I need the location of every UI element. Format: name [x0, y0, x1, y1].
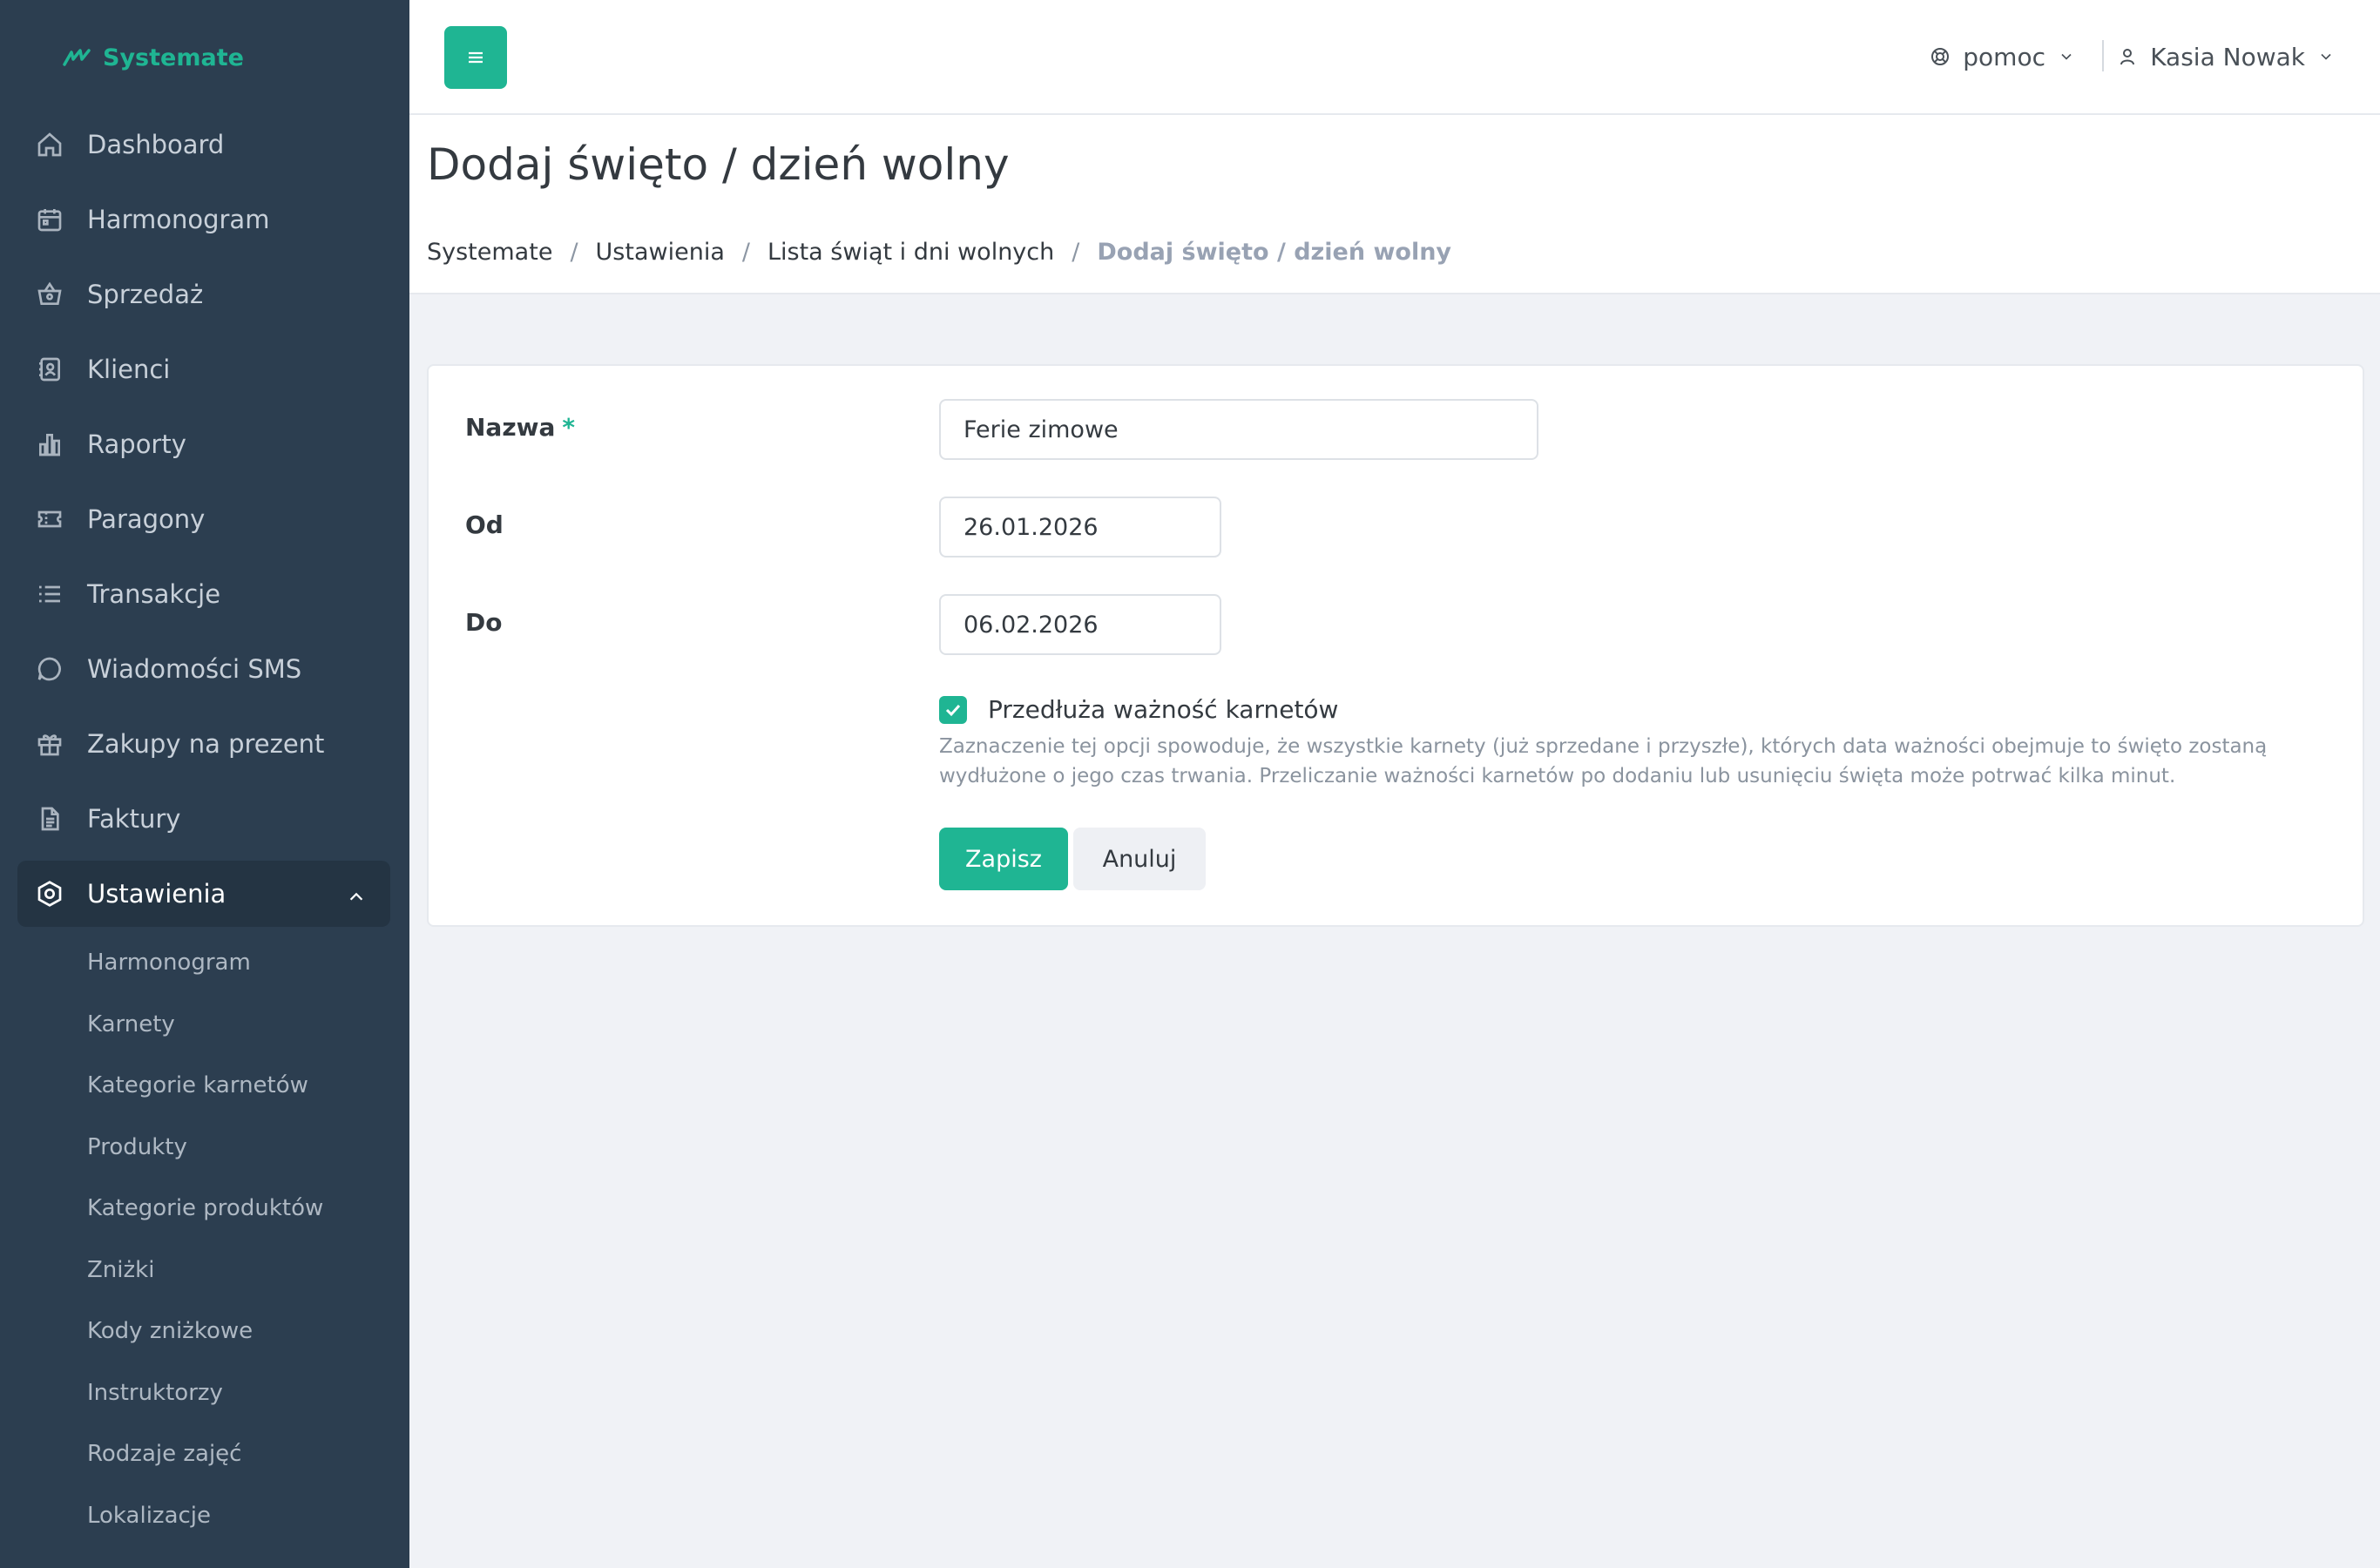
- chevron-up-icon: [347, 883, 366, 902]
- sidebar-item-label: Harmonogram: [87, 205, 270, 234]
- breadcrumb-item-lista-swiat[interactable]: Lista świąt i dni wolnych: [767, 239, 1054, 266]
- save-button[interactable]: Zapisz: [939, 828, 1068, 890]
- breadcrumb: Systemate / Ustawienia / Lista świąt i d…: [427, 239, 1451, 266]
- chevron-down-icon: [2061, 53, 2072, 60]
- page-title: Dodaj święto / dzień wolny: [427, 139, 1010, 190]
- sidebar-item-dashboard[interactable]: Dashboard: [17, 112, 390, 178]
- hamburger-icon: [469, 51, 483, 64]
- sidebar-item-label: Sprzedaż: [87, 280, 204, 309]
- user-icon: [2120, 49, 2135, 65]
- sidebar-item-label: Wiadomości SMS: [87, 654, 302, 684]
- chevron-down-icon: [2321, 53, 2331, 60]
- sidebar-item-label: Dashboard: [87, 130, 225, 159]
- contacts-icon: [35, 355, 64, 384]
- sidebar-item-ustawienia[interactable]: Ustawienia: [17, 861, 390, 927]
- sidebar-item-faktury[interactable]: Faktury: [17, 786, 390, 852]
- from-label: Od: [465, 510, 504, 539]
- page-header: Dodaj święto / dzień wolny Systemate / U…: [409, 115, 2380, 294]
- subnav-item-znizki[interactable]: Zniżki: [17, 1240, 390, 1301]
- sidebar-item-label: Raporty: [87, 429, 186, 459]
- name-label: Nazwa *: [465, 413, 575, 442]
- subnav-item-rodzaje-zajec[interactable]: Rodzaje zajęć: [17, 1423, 390, 1485]
- user-name: Kasia Nowak: [2150, 42, 2305, 71]
- extend-validity-option[interactable]: Przedłuża ważność karnetów: [939, 695, 1338, 724]
- extend-validity-checkbox[interactable]: [939, 695, 967, 724]
- sidebar-item-label: Ustawienia: [87, 879, 227, 909]
- sidebar-item-label: Zakupy na prezent: [87, 729, 325, 759]
- breadcrumb-separator: /: [570, 239, 578, 266]
- sidebar: Systemate Dashboard Harmonogram Sprzedaż…: [0, 0, 409, 1568]
- logo-icon: [63, 49, 91, 66]
- sidebar-item-harmonogram[interactable]: Harmonogram: [17, 186, 390, 253]
- checkmark-icon: [945, 704, 961, 716]
- subnav-item-kategorie-karnetow[interactable]: Kategorie karnetów: [17, 1055, 390, 1117]
- settings-icon: [35, 879, 64, 909]
- required-mark: *: [562, 413, 576, 442]
- breadcrumb-item-ustawienia[interactable]: Ustawienia: [596, 239, 725, 266]
- header-divider: [2102, 40, 2104, 71]
- holiday-form-card: Nazwa* Od Do Przedłuża ważność karnetów …: [427, 364, 2364, 927]
- sidebar-item-label: Faktury: [87, 804, 181, 834]
- sidebar-item-sprzedaz[interactable]: Sprzedaż: [17, 261, 390, 328]
- gift-icon: [35, 729, 64, 759]
- list-icon: [35, 579, 64, 609]
- sidebar-item-label: Klienci: [87, 355, 171, 384]
- document-icon: [35, 804, 64, 834]
- sidebar-nav: Dashboard Harmonogram Sprzedaż Klienci R…: [17, 112, 390, 1546]
- to-label: Do: [465, 608, 503, 637]
- topbar: pomoc Kasia Nowak: [409, 0, 2380, 115]
- from-date-field[interactable]: [939, 497, 1221, 558]
- subnav-item-kategorie-produktow[interactable]: Kategorie produktów: [17, 1178, 390, 1240]
- sidebar-item-zakupy-na-prezent[interactable]: Zakupy na prezent: [17, 711, 390, 777]
- subnav-item-karnety[interactable]: Karnety: [17, 994, 390, 1056]
- sidebar-item-raporty[interactable]: Raporty: [17, 411, 390, 477]
- extend-validity-hint: Zaznaczenie tej opcji spowoduje, że wszy…: [939, 735, 2268, 787]
- breadcrumb-separator: /: [741, 239, 750, 266]
- home-icon: [35, 130, 64, 159]
- sidebar-item-wiadomosci-sms[interactable]: Wiadomości SMS: [17, 636, 390, 702]
- calendar-icon: [35, 205, 64, 234]
- basket-icon: [35, 280, 64, 309]
- breadcrumb-item-current: Dodaj święto / dzień wolny: [1097, 239, 1452, 266]
- subnav-item-kody-znizkowe[interactable]: Kody zniżkowe: [17, 1301, 390, 1362]
- help-menu[interactable]: pomoc: [1930, 35, 2075, 78]
- sidebar-item-label: Paragony: [87, 504, 206, 534]
- brand-logo[interactable]: Systemate: [63, 40, 244, 75]
- lifebuoy-icon: [1931, 48, 1950, 65]
- sidebar-item-label: Transakcje: [87, 579, 221, 609]
- sidebar-item-klienci[interactable]: Klienci: [17, 336, 390, 402]
- sidebar-item-paragony[interactable]: Paragony: [17, 486, 390, 552]
- help-label: pomoc: [1963, 42, 2045, 71]
- cancel-button[interactable]: Anuluj: [1073, 828, 1206, 890]
- breadcrumb-item-systemate[interactable]: Systemate: [427, 239, 552, 266]
- user-menu[interactable]: Kasia Nowak: [2117, 35, 2335, 78]
- subnav-item-instruktorzy[interactable]: Instruktorzy: [17, 1362, 390, 1424]
- brand-name: Systemate: [103, 44, 244, 71]
- bar-chart-icon: [35, 429, 64, 459]
- sidebar-item-transakcje[interactable]: Transakcje: [17, 561, 390, 627]
- subnav-item-harmonogram[interactable]: Harmonogram: [17, 932, 390, 994]
- settings-subnav: Harmonogram Karnety Kategorie karnetów P…: [17, 932, 390, 1546]
- to-date-field[interactable]: [939, 594, 1221, 655]
- subnav-item-produkty[interactable]: Produkty: [17, 1117, 390, 1179]
- ticket-icon: [35, 504, 64, 534]
- name-field[interactable]: [939, 399, 1538, 460]
- menu-toggle-button[interactable]: [444, 26, 507, 89]
- breadcrumb-separator: /: [1072, 239, 1080, 266]
- name-label-text: Nazwa: [465, 413, 556, 442]
- subnav-item-lokalizacje[interactable]: Lokalizacje: [17, 1485, 390, 1547]
- extend-validity-label: Przedłuża ważność karnetów: [988, 695, 1339, 724]
- chat-icon: [35, 654, 64, 684]
